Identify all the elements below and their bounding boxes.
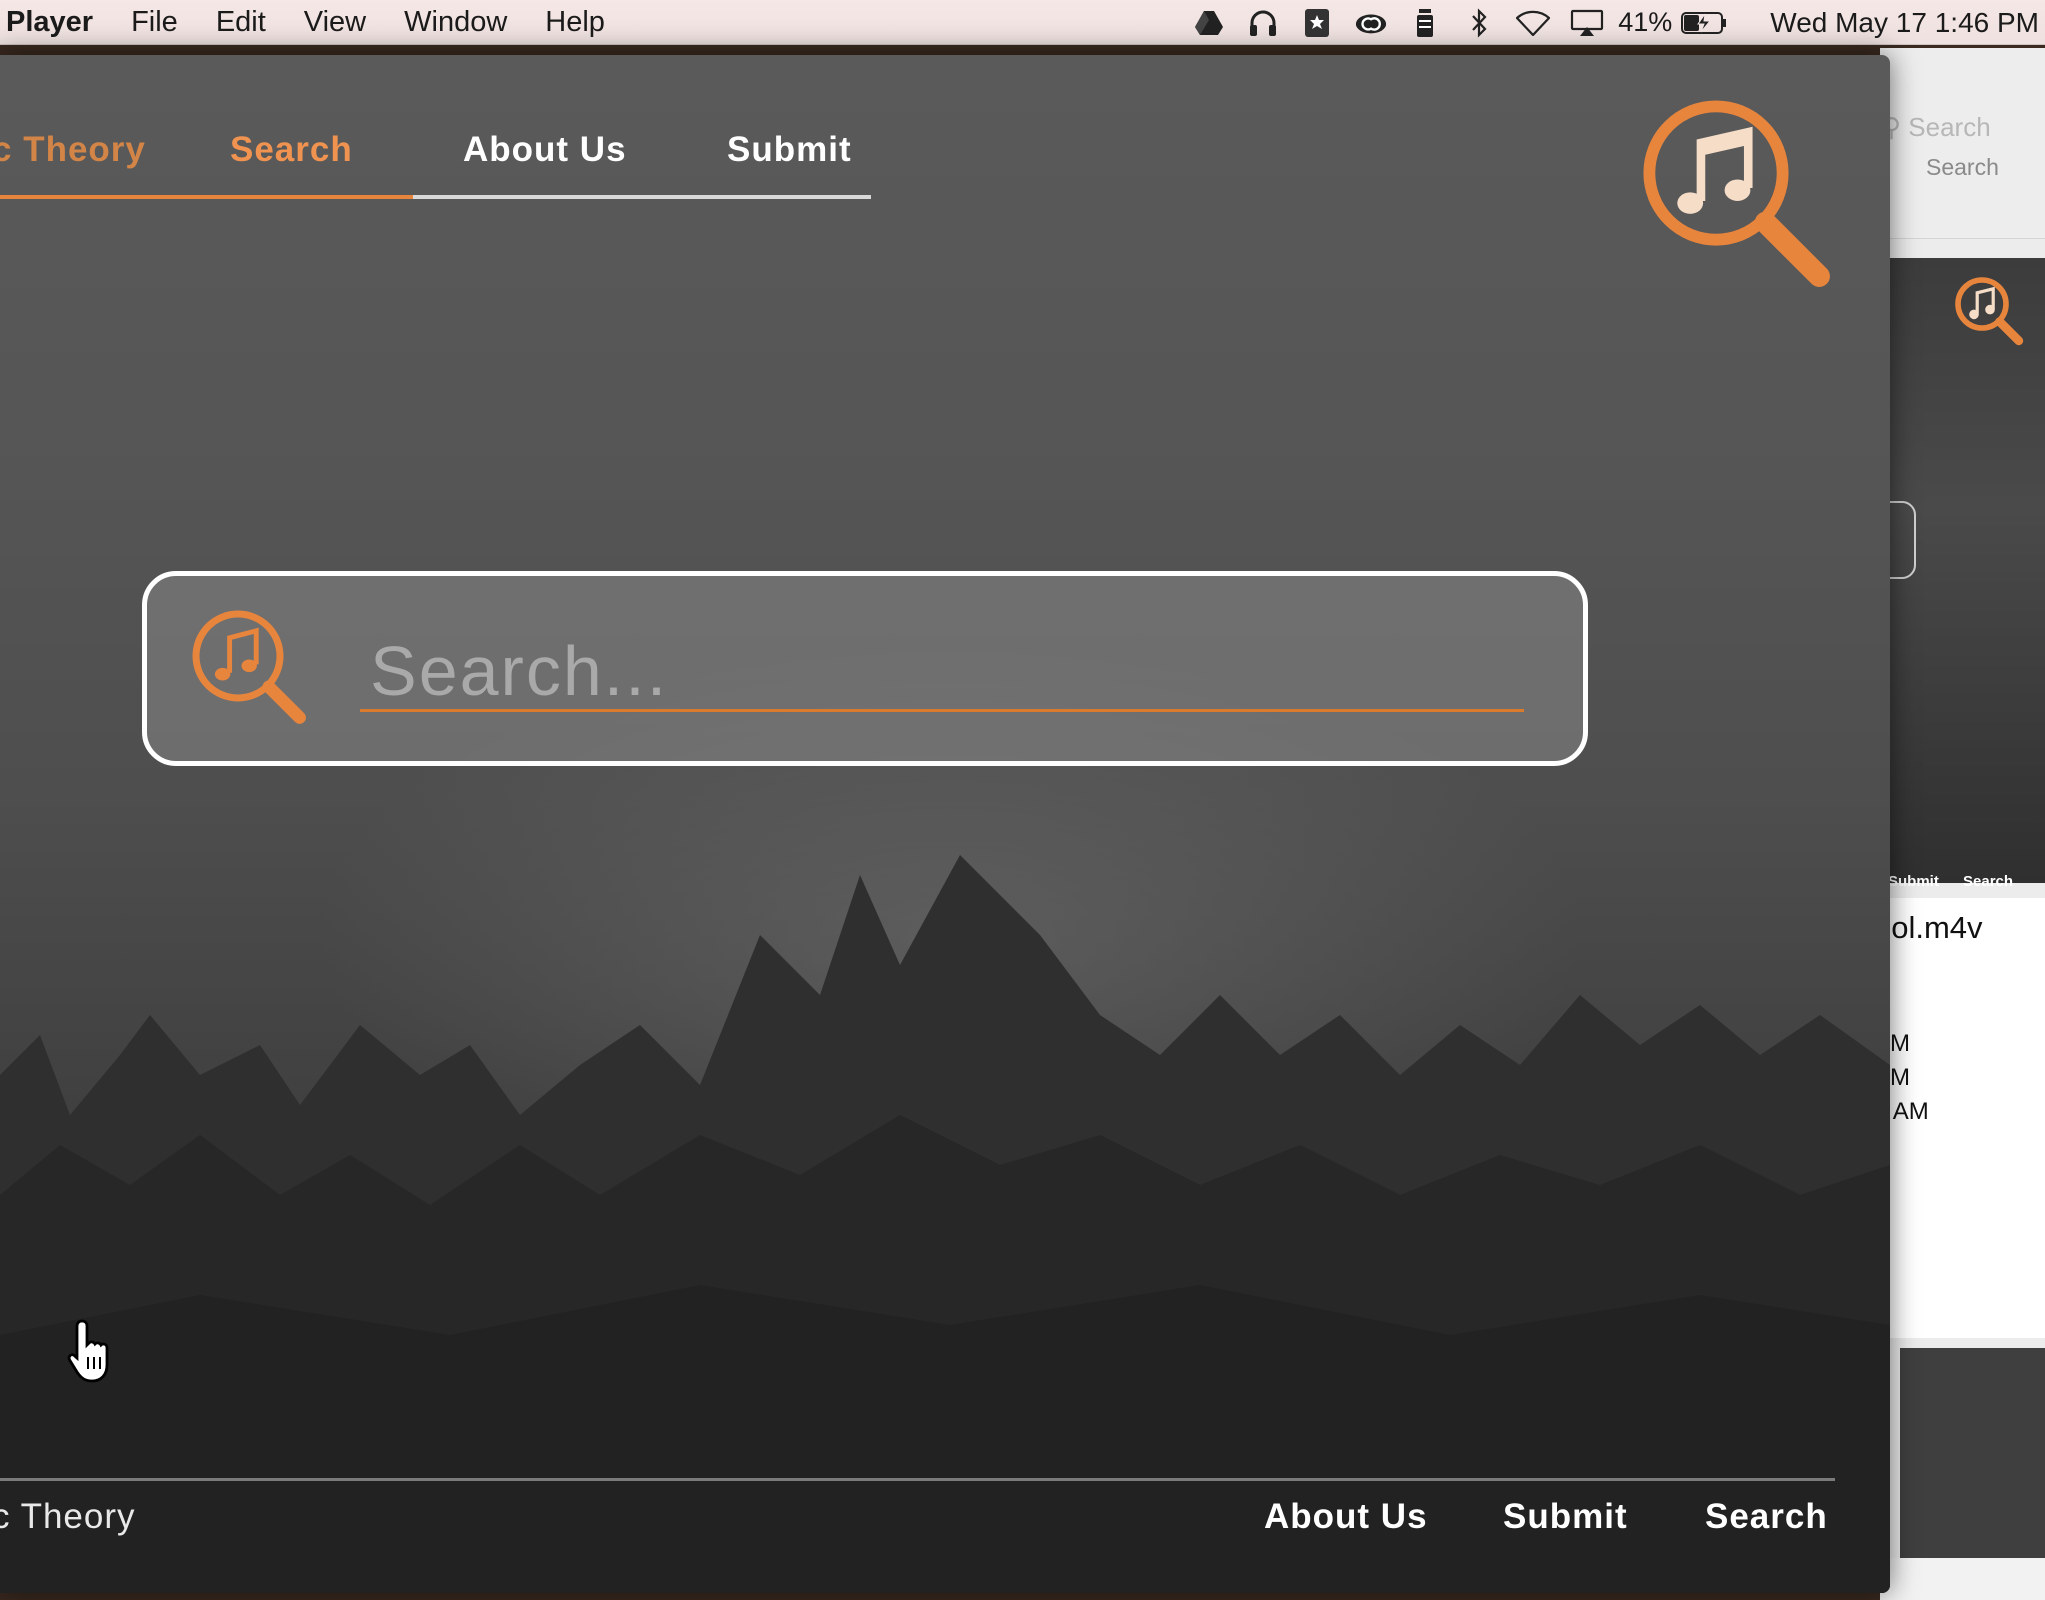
music-search-icon: [192, 610, 306, 724]
background-footer: [1880, 1558, 2045, 1600]
menu-window[interactable]: Window: [404, 6, 507, 39]
footer-divider: [0, 1478, 1835, 1481]
background-toolbar: ⚲ Search Search: [1880, 48, 2045, 239]
menu-clock[interactable]: Wed May 17 1:46 PM: [1770, 7, 2039, 39]
app-window: c Theory Search About Us Submit c Theory…: [0, 55, 1890, 1593]
menu-view[interactable]: View: [304, 6, 366, 39]
search-input[interactable]: [360, 632, 1524, 712]
background-preview: [1900, 1348, 2045, 1558]
airplay-icon[interactable]: [1570, 8, 1604, 38]
nav-underline: [413, 195, 871, 199]
nav-submit-tab[interactable]: Submit: [727, 130, 852, 170]
background-window[interactable]: ⚲ Search Search Submit Search ool.m4v PM…: [1880, 48, 2045, 1600]
nav-search-tab[interactable]: Search: [230, 130, 353, 170]
file-info-panel: ool.m4v PM PM 2 AM: [1880, 898, 2045, 1338]
battery-percentage: 41%: [1618, 7, 1673, 37]
footer-search-link[interactable]: Search: [1705, 1497, 1828, 1537]
menu-file[interactable]: File: [131, 6, 178, 39]
menu-bar: Player File Edit View Window Help 41% We…: [0, 0, 2045, 45]
bluetooth-icon[interactable]: [1462, 7, 1496, 38]
background-search-field[interactable]: ⚲ Search: [1882, 112, 1991, 143]
creative-cloud-icon[interactable]: [1354, 8, 1388, 38]
nav-about-us-tab[interactable]: About Us: [463, 130, 627, 170]
battery-charging-icon[interactable]: [1680, 8, 1728, 38]
google-drive-icon[interactable]: [1192, 8, 1226, 38]
footer-about-us-link[interactable]: About Us: [1264, 1497, 1428, 1537]
headphones-icon[interactable]: [1246, 8, 1280, 38]
footer-brand-link[interactable]: c Theory: [0, 1497, 136, 1537]
music-search-logo-icon[interactable]: [1630, 87, 1845, 302]
wifi-icon[interactable]: [1516, 8, 1551, 38]
status-area: 41% Wed May 17 1:46 PM: [1172, 0, 2039, 45]
footer-submit-link[interactable]: Submit: [1503, 1497, 1628, 1537]
menu-list: Player File Edit View Window Help: [0, 0, 635, 45]
video-thumbnail[interactable]: Submit Search: [1880, 258, 2045, 890]
menu-app-name[interactable]: Player: [6, 6, 93, 39]
menu-help[interactable]: Help: [545, 6, 605, 39]
file-name: ool.m4v: [1880, 910, 1983, 945]
nav-brand-link[interactable]: c Theory: [0, 130, 146, 170]
menu-edit[interactable]: Edit: [216, 6, 266, 39]
music-search-logo-icon: [1955, 277, 2024, 346]
crowd-background-image: [0, 855, 1890, 1593]
hand-cursor-icon: [67, 1319, 109, 1383]
bookmark-app-icon[interactable]: [1300, 8, 1334, 38]
battery-tool-icon[interactable]: [1408, 8, 1442, 38]
search-container: [142, 571, 1588, 766]
nav-active-underline: [0, 195, 413, 199]
background-search-label: Search: [1926, 154, 1999, 180]
